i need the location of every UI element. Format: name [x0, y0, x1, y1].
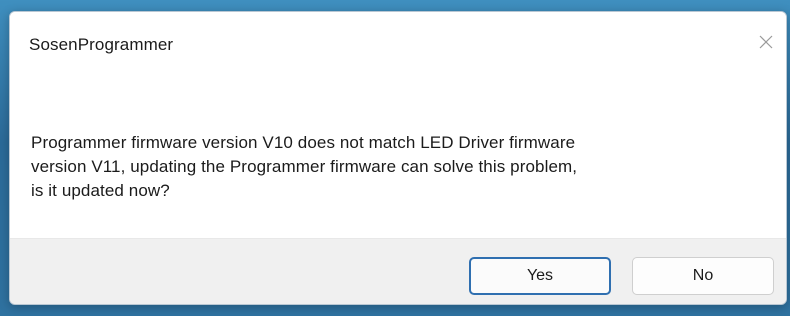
close-icon: [759, 35, 773, 49]
no-button[interactable]: No: [632, 257, 774, 295]
close-button[interactable]: [754, 30, 778, 54]
message-line-2: version V11, updating the Programmer fir…: [31, 157, 578, 176]
dialog-button-bar: Yes No: [10, 238, 786, 304]
message-dialog: SosenProgrammer Programmer firmware vers…: [9, 11, 787, 305]
dialog-title: SosenProgrammer: [29, 35, 174, 54]
dialog-message-area: Programmer firmware version V10 does not…: [10, 68, 786, 238]
message-line-3: is it updated now?: [31, 181, 170, 200]
dialog-title-bar: SosenProgrammer: [10, 12, 786, 68]
message-line-1: Programmer firmware version V10 does not…: [31, 133, 576, 152]
yes-button[interactable]: Yes: [469, 257, 611, 295]
